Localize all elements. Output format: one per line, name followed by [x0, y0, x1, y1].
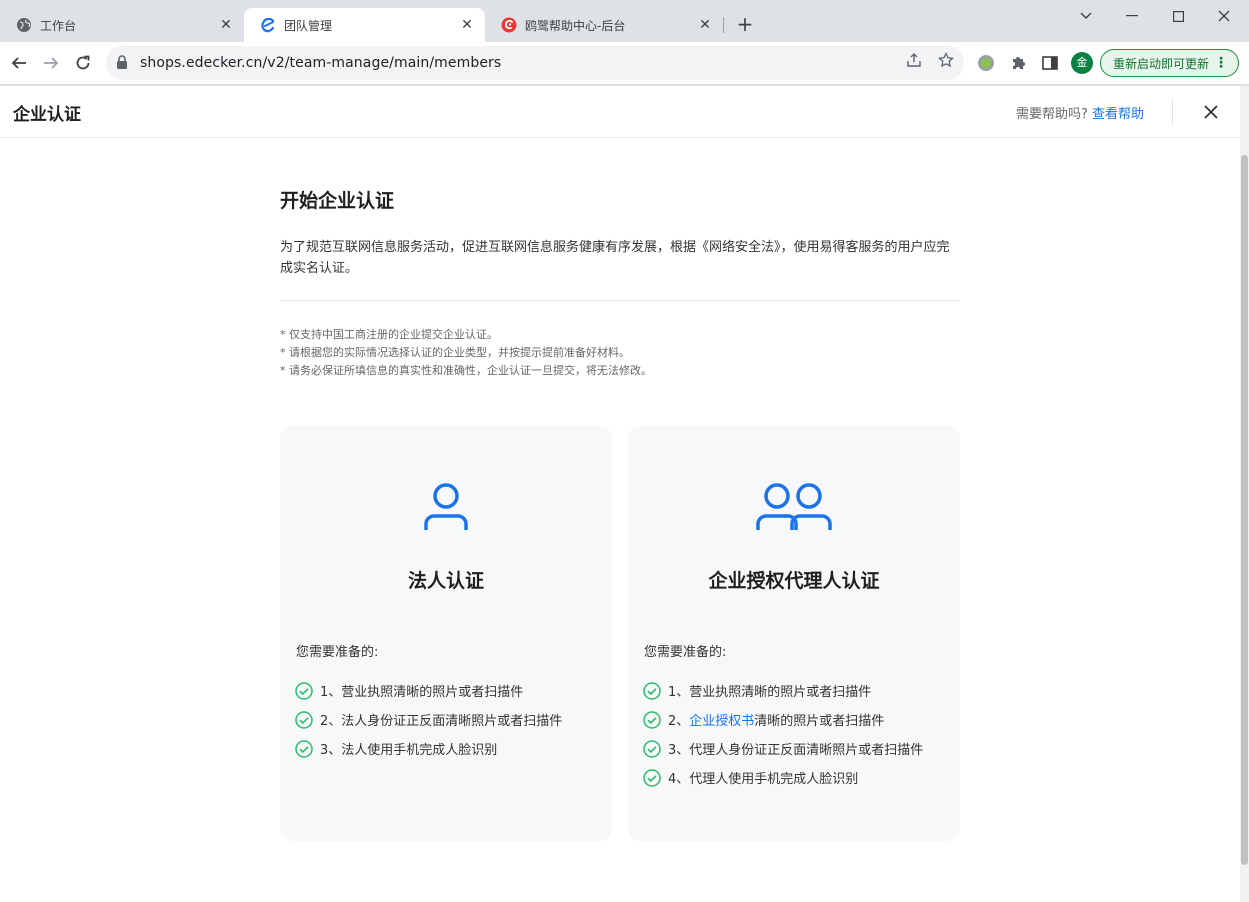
update-button[interactable]: 重新启动即可更新 ⋮: [1100, 49, 1239, 77]
tab-workbench[interactable]: 工作台 ✕: [0, 8, 244, 42]
two-persons-icon: [628, 482, 960, 532]
item-text: 营业执照清晰的照片或者扫描件: [341, 685, 524, 700]
check-circle-icon: [295, 681, 313, 700]
tab-team-manage[interactable]: 团队管理 ✕: [244, 8, 485, 42]
help-prompt: 需要帮助吗?: [1016, 107, 1088, 122]
side-panel-icon[interactable]: [1039, 52, 1061, 74]
requirement-item: 1、 营业执照清晰的照片或者扫描件: [295, 676, 562, 705]
requirements-list: 1、 营业执照清晰的照片或者扫描件 2、 企业授权书 清晰的照片或者扫描件 3、 代理人…: [643, 676, 923, 792]
lock-icon[interactable]: [116, 54, 128, 73]
requirement-item: 4、 代理人使用手机完成人脸识别: [643, 763, 923, 792]
item-prefix: 2、: [320, 714, 342, 729]
item-prefix: 3、: [320, 743, 342, 758]
page-header: 企业认证 需要帮助吗? 查看帮助: [0, 86, 1240, 138]
item-text: 清晰的照片或者扫描件: [754, 714, 885, 729]
edecker-e-icon: [260, 17, 276, 33]
extension-circle-icon[interactable]: [975, 52, 997, 74]
item-text: 代理人使用手机完成人脸识别: [689, 772, 859, 787]
item-prefix: 4、: [668, 772, 690, 787]
header-divider: [1172, 100, 1173, 124]
globe-icon: [16, 17, 32, 33]
close-tab-icon[interactable]: ✕: [459, 17, 475, 33]
check-circle-icon: [295, 710, 313, 729]
note-item: * 请务必保证所填信息的真实性和准确性，企业认证一旦提交，将无法修改。: [280, 364, 652, 377]
extensions-puzzle-icon[interactable]: [1007, 52, 1029, 74]
scrollbar-thumb[interactable]: [1241, 155, 1248, 865]
avatar-initial: 金: [1076, 56, 1088, 69]
authorization-letter-link[interactable]: 企业授权书: [689, 710, 754, 729]
forward-icon[interactable]: [38, 50, 64, 76]
close-tab-icon[interactable]: ✕: [697, 17, 713, 33]
check-circle-icon: [643, 768, 661, 787]
close-window-icon[interactable]: [1201, 2, 1247, 30]
close-icon[interactable]: [1199, 100, 1223, 124]
requirement-item: 2、 企业授权书 清晰的照片或者扫描件: [643, 705, 923, 734]
tab-help-center[interactable]: 鸥鹭帮助中心-后台 ✕: [485, 8, 723, 42]
browser-chrome: 工作台 ✕ 团队管理 ✕ 鸥鹭帮助中心-后台 ✕ + shops.edecker…: [0, 0, 1249, 86]
item-text: 营业执照清晰的照片或者扫描件: [689, 685, 872, 700]
tab-strip: 工作台 ✕ 团队管理 ✕ 鸥鹭帮助中心-后台 ✕ +: [0, 0, 1249, 42]
legal-person-card[interactable]: 法人认证 您需要准备的: 1、 营业执照清晰的照片或者扫描件 2、 法人身份证正反面…: [280, 426, 612, 841]
item-text: 法人身份证正反面清晰照片或者扫描件: [341, 714, 563, 729]
tab-search-icon[interactable]: [1063, 2, 1109, 30]
requirement-item: 3、 法人使用手机完成人脸识别: [295, 734, 562, 763]
check-circle-icon: [643, 681, 661, 700]
more-menu-icon[interactable]: ⋮: [1214, 56, 1228, 70]
bookmark-star-icon[interactable]: [936, 50, 956, 70]
prepare-label: 您需要准备的:: [296, 645, 379, 660]
tab-separator: [723, 17, 724, 33]
item-prefix: 1、: [668, 685, 690, 700]
notes-list: * 仅支持中国工商注册的企业提交企业认证。 * 请根据您的实际情况选择认证的企业…: [280, 326, 960, 380]
note-item: * 仅支持中国工商注册的企业提交企业认证。: [280, 328, 498, 341]
prepare-label: 您需要准备的:: [644, 645, 727, 660]
share-icon[interactable]: [904, 50, 924, 70]
requirement-item: 1、 营业执照清晰的照片或者扫描件: [643, 676, 923, 705]
requirements-list: 1、 营业执照清晰的照片或者扫描件 2、 法人身份证正反面清晰照片或者扫描件 3、法…: [295, 676, 562, 763]
help-link[interactable]: 查看帮助: [1092, 107, 1144, 122]
edecker-red-icon: [501, 17, 517, 33]
section-heading: 开始企业认证: [280, 190, 395, 212]
item-text: 代理人身份证正反面清晰照片或者扫描件: [689, 743, 924, 758]
note-item: * 请根据您的实际情况选择认证的企业类型，并按提示提前准备好材料。: [280, 346, 630, 359]
back-icon[interactable]: [6, 50, 32, 76]
main-content: 开始企业认证 为了规范互联网信息服务活动，促进互联网信息服务健康有序发展，根据《…: [280, 186, 960, 380]
item-prefix: 2、: [668, 714, 690, 729]
tab-label: 团队管理: [284, 18, 333, 33]
card-title: 法人认证: [407, 570, 484, 592]
help-area: 需要帮助吗? 查看帮助: [1016, 103, 1144, 122]
check-circle-icon: [643, 739, 661, 758]
avatar[interactable]: 金: [1071, 52, 1093, 74]
authorized-agent-card[interactable]: 企业授权代理人认证 您需要准备的: 1、 营业执照清晰的照片或者扫描件 2、 企业授…: [628, 426, 960, 841]
requirement-item: 2、 法人身份证正反面清晰照片或者扫描件: [295, 705, 562, 734]
url-text: shops.edecker.cn/v2/team-manage/main/mem…: [140, 55, 502, 71]
intro-text: 为了规范互联网信息服务活动，促进互联网信息服务健康有序发展，根据《网络安全法》，…: [280, 240, 950, 276]
new-tab-button[interactable]: +: [733, 13, 757, 37]
minimize-icon[interactable]: [1109, 2, 1155, 30]
tab-label: 工作台: [40, 18, 77, 33]
address-bar[interactable]: shops.edecker.cn/v2/team-manage/main/mem…: [106, 46, 964, 80]
divider: [280, 300, 960, 301]
item-prefix: 3、: [668, 743, 690, 758]
reload-icon[interactable]: [70, 50, 96, 76]
close-tab-icon[interactable]: ✕: [218, 17, 234, 33]
check-circle-icon: [295, 739, 313, 758]
check-circle-icon: [643, 710, 661, 729]
item-prefix: 1、: [320, 685, 342, 700]
item-text: 法人使用手机完成人脸识别: [341, 743, 498, 758]
requirement-item: 3、 代理人身份证正反面清晰照片或者扫描件: [643, 734, 923, 763]
card-title: 企业授权代理人认证: [708, 570, 880, 592]
page-title: 企业认证: [13, 105, 81, 125]
update-button-label: 重新启动即可更新: [1113, 56, 1210, 71]
tab-label: 鸥鹭帮助中心-后台: [525, 18, 626, 33]
browser-toolbar: shops.edecker.cn/v2/team-manage/main/mem…: [0, 42, 1249, 85]
person-icon: [280, 482, 612, 532]
maximize-icon[interactable]: [1155, 2, 1201, 30]
